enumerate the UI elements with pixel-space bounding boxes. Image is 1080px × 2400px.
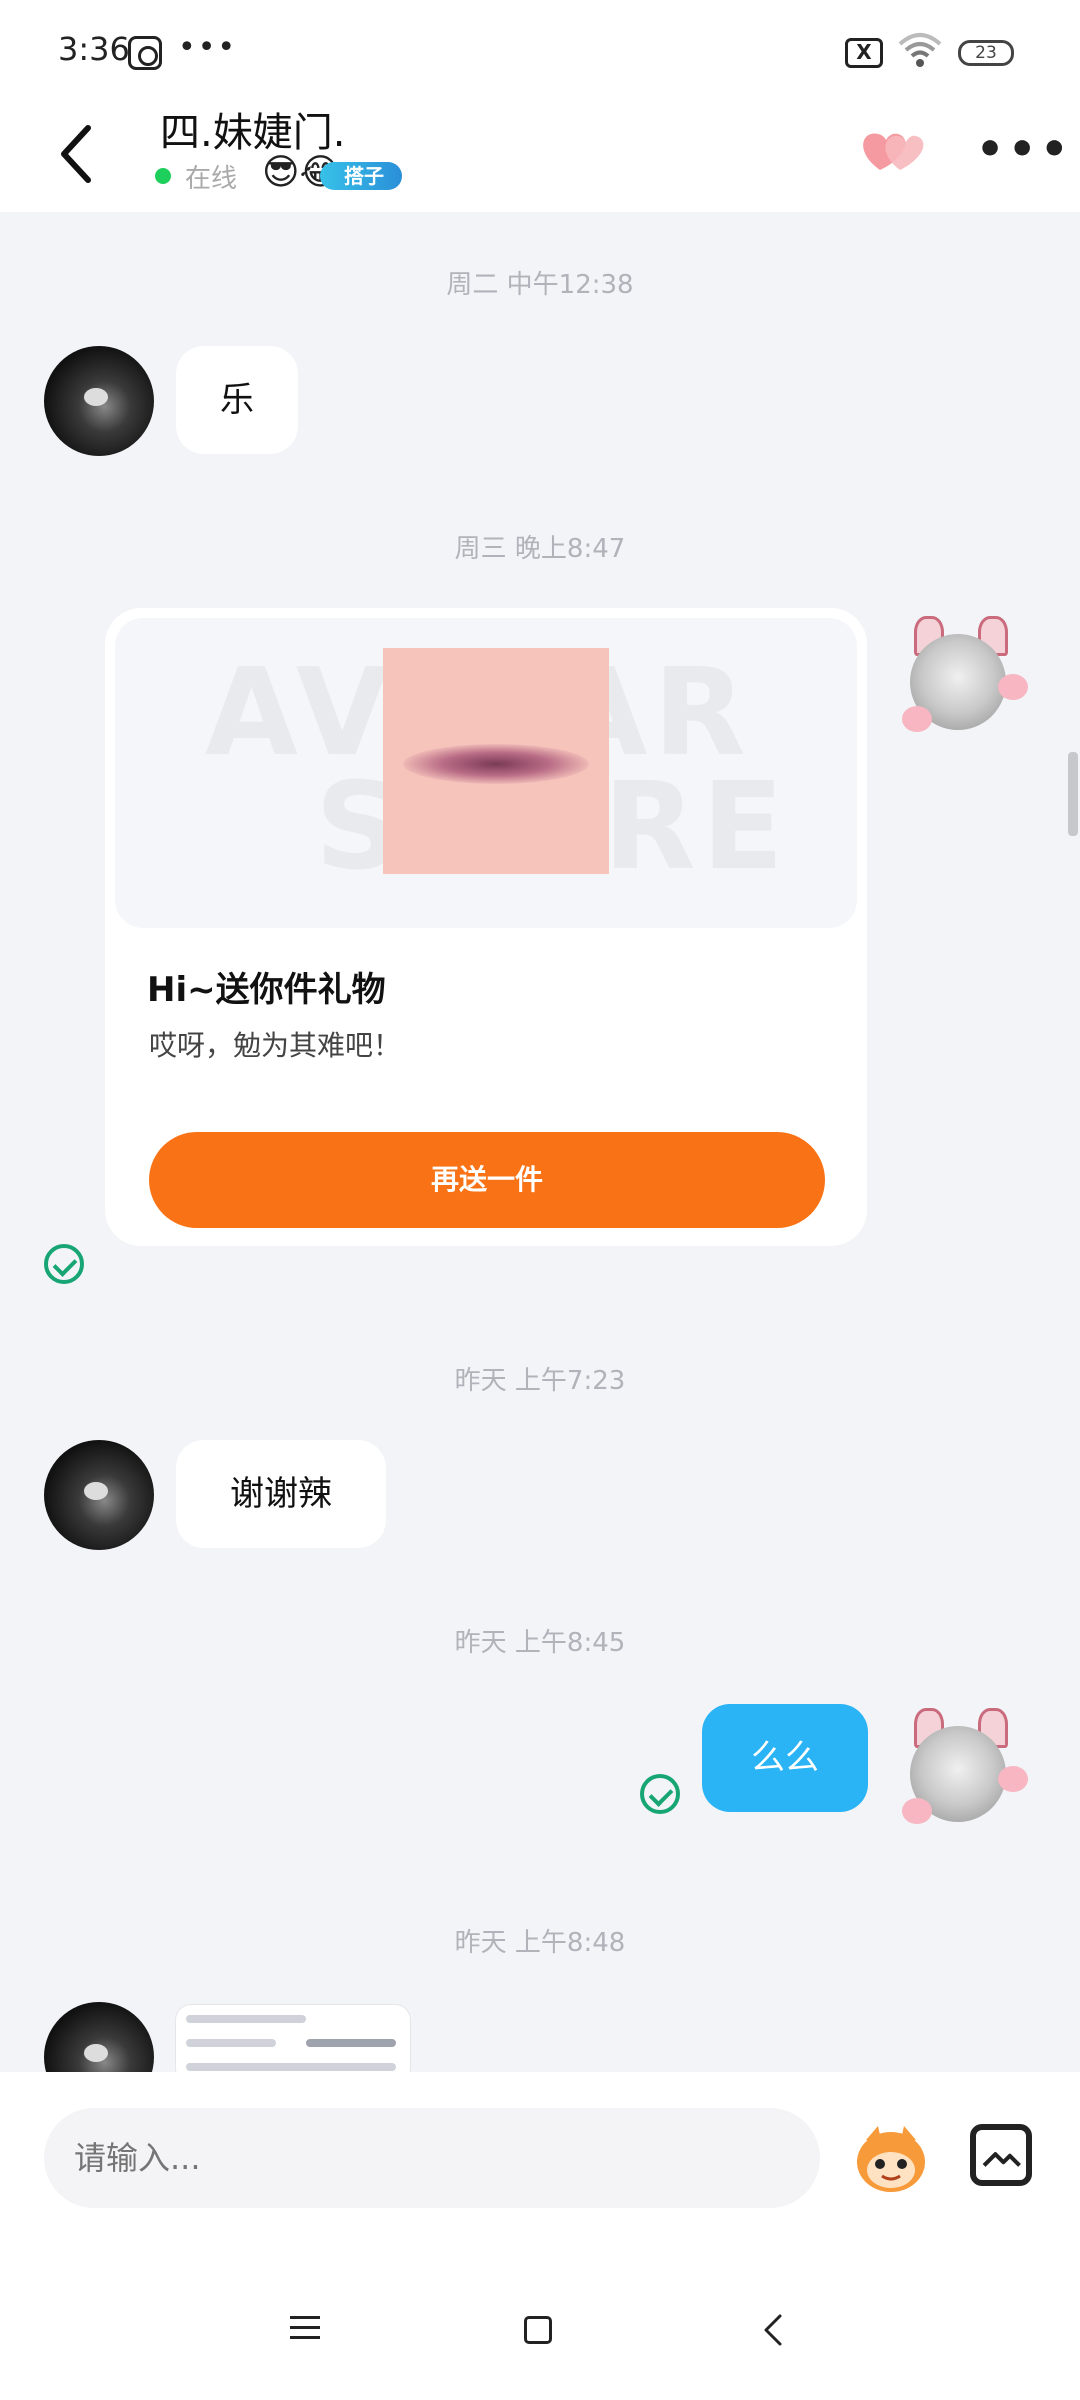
back-arrow-icon[interactable]	[52, 114, 100, 194]
thumb-line	[186, 2063, 396, 2071]
timestamp: 昨天 上午8:48	[454, 1928, 626, 1958]
mascot-sticker-icon[interactable]	[852, 2122, 930, 2194]
input-bar	[0, 2072, 1080, 2240]
avatar-paw	[902, 706, 932, 732]
timestamp: 周三 晚上8:47	[454, 534, 626, 564]
message-bubble-sent[interactable]: 么么	[702, 1704, 868, 1812]
thumb-line	[186, 2015, 306, 2023]
screenshot-image-message[interactable]	[175, 2004, 411, 2072]
menu-icon[interactable]	[290, 2316, 320, 2340]
more-options-icon[interactable]: •••	[976, 128, 1072, 172]
read-check-icon	[640, 1774, 680, 1814]
my-avatar[interactable]	[900, 1702, 1032, 1834]
avatar-paw	[998, 1766, 1028, 1792]
contact-name[interactable]: 四.妹婕门.	[160, 100, 345, 158]
battery-icon: 23	[958, 40, 1014, 66]
message-input[interactable]	[44, 2108, 820, 2208]
heart-icon[interactable]	[858, 126, 928, 176]
avatar-paw	[902, 1798, 932, 1824]
wifi-icon	[898, 33, 942, 67]
gift-card[interactable]: AVATAR STORE Hi~送你件礼物 哎呀，勉为其难吧！ 再送一件	[105, 608, 867, 1246]
message-bubble-received[interactable]: 谢谢辣	[176, 1440, 386, 1548]
thumb-line	[186, 2039, 276, 2047]
thumb-line	[306, 2039, 396, 2047]
read-check-icon	[44, 1244, 84, 1284]
status-bar: 3:36 ••• X 23	[0, 0, 1080, 100]
chat-header: 四.妹婕门. 在线 😎😂 搭子 •••	[0, 100, 1080, 212]
relationship-tag[interactable]: 搭子	[320, 162, 402, 190]
image-picker-icon[interactable]	[970, 2124, 1032, 2186]
sim-off-icon: X	[845, 38, 883, 68]
chat-message-list[interactable]: 周二 中午12:38 乐 周三 晚上8:47 AVATAR STORE Hi~送…	[0, 212, 1080, 2072]
gift-lips-image	[383, 648, 609, 874]
contact-avatar[interactable]	[44, 346, 154, 456]
system-navigation-bar	[0, 2240, 1080, 2400]
gift-title: Hi~送你件礼物	[147, 970, 386, 1010]
my-avatar[interactable]	[900, 610, 1032, 742]
system-back-icon[interactable]	[760, 2314, 786, 2346]
online-status-dot	[155, 168, 171, 184]
message-bubble-received[interactable]: 乐	[176, 346, 298, 454]
timestamp: 周二 中午12:38	[446, 270, 634, 300]
notification-app-icon	[128, 36, 162, 70]
status-time: 3:36	[58, 30, 130, 68]
avatar-paw	[998, 674, 1028, 700]
send-another-gift-button[interactable]: 再送一件	[149, 1132, 825, 1228]
home-icon[interactable]	[524, 2316, 552, 2344]
contact-avatar[interactable]	[44, 1440, 154, 1550]
contact-avatar[interactable]	[44, 2002, 154, 2072]
notification-more-icon: •••	[178, 30, 238, 65]
gift-subtitle: 哎呀，勉为其难吧！	[149, 1029, 402, 1062]
online-status-text: 在线	[185, 164, 238, 194]
gift-banner: AVATAR STORE	[115, 618, 857, 928]
timestamp: 昨天 上午8:45	[454, 1628, 626, 1658]
timestamp: 昨天 上午7:23	[454, 1366, 626, 1396]
scrollbar[interactable]	[1068, 752, 1078, 836]
